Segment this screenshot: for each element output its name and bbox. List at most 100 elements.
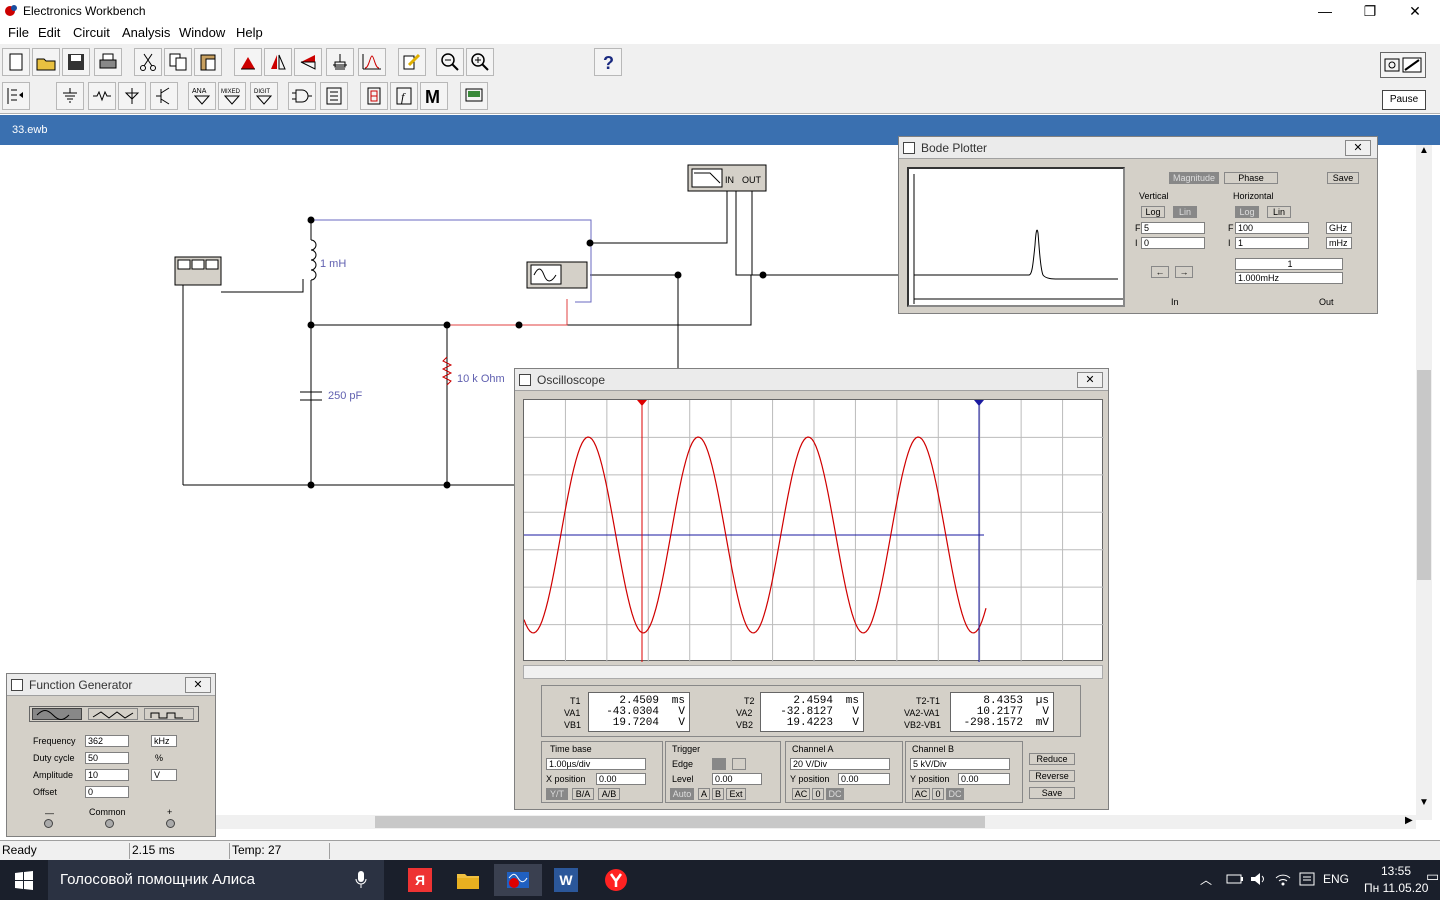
fg-frequency-input[interactable]: 362 xyxy=(85,735,129,747)
bode-horizontal-final-unit[interactable]: GHz xyxy=(1326,222,1352,234)
open-file-button[interactable] xyxy=(32,48,60,76)
mode-yt-button[interactable]: Y/T xyxy=(546,788,568,800)
microphone-icon[interactable] xyxy=(354,870,368,893)
channel-a-zero-button[interactable]: 0 xyxy=(812,788,824,800)
vertical-scrollbar[interactable]: ▲ ▼ xyxy=(1416,145,1432,820)
scroll-right-icon[interactable]: ▶ xyxy=(1405,815,1413,826)
bode-cursor-right-button[interactable]: → xyxy=(1175,266,1193,278)
channel-a-ac-button[interactable]: AC xyxy=(792,788,810,800)
edge-rising-button[interactable] xyxy=(712,758,726,770)
indicators-bin-icon[interactable] xyxy=(360,82,388,110)
instruments-bin-icon[interactable] xyxy=(460,82,488,110)
help-icon[interactable]: ? xyxy=(594,48,622,76)
sine-wave-button[interactable] xyxy=(32,708,82,720)
channel-a-dc-button[interactable]: DC xyxy=(826,788,844,800)
channel-b-scale-input[interactable]: 5 kV/Div xyxy=(910,758,1010,770)
analog-ics-bin-icon[interactable]: ANA xyxy=(188,82,216,110)
channel-a-scale-input[interactable]: 20 V/Div xyxy=(790,758,890,770)
mode-ab-button[interactable]: A/B xyxy=(598,788,620,800)
bode-horizontal-final-input[interactable]: 100 xyxy=(1235,222,1309,234)
trigger-b-button[interactable]: B xyxy=(712,788,724,800)
trigger-a-button[interactable]: A xyxy=(698,788,710,800)
maximize-button[interactable]: ❐ xyxy=(1347,0,1393,22)
basic-components-bin-icon[interactable] xyxy=(88,82,116,110)
trigger-auto-button[interactable]: Auto xyxy=(670,788,694,800)
osc-save-button[interactable]: Save xyxy=(1029,787,1075,799)
channel-b-ac-button[interactable]: AC xyxy=(912,788,930,800)
language-indicator[interactable]: ENG xyxy=(1323,872,1349,886)
trigger-ext-button[interactable]: Ext xyxy=(726,788,746,800)
fg-minus-terminal[interactable] xyxy=(44,819,53,828)
new-file-button[interactable] xyxy=(2,48,30,76)
pause-button[interactable]: Pause xyxy=(1382,90,1426,110)
bode-horizontal-log-button[interactable]: Log xyxy=(1235,206,1259,218)
digital-ics-bin-icon[interactable]: DIGIT xyxy=(250,82,278,110)
xpos-input[interactable]: 0.00 xyxy=(596,773,646,785)
menu-help[interactable]: Help xyxy=(236,25,263,40)
menu-window[interactable]: Window xyxy=(179,25,225,40)
rotate-icon[interactable] xyxy=(234,48,262,76)
vertical-scroll-thumb[interactable] xyxy=(1417,370,1431,580)
scroll-down-icon[interactable]: ▼ xyxy=(1419,797,1429,808)
fg-common-terminal[interactable] xyxy=(105,819,114,828)
bode-cursor-left-button[interactable]: ← xyxy=(1151,266,1169,278)
bode-horizontal-initial-input[interactable]: 1 xyxy=(1235,237,1309,249)
copy-button[interactable] xyxy=(164,48,192,76)
bode-vertical-initial-input[interactable]: 0 xyxy=(1141,237,1205,249)
menu-analysis[interactable]: Analysis xyxy=(122,25,170,40)
cut-button[interactable] xyxy=(134,48,162,76)
start-button[interactable] xyxy=(0,864,48,896)
save-file-button[interactable] xyxy=(62,48,90,76)
logic-gates-bin-icon[interactable] xyxy=(288,82,316,110)
clock-date[interactable]: Пн 11.05.20 xyxy=(1364,881,1428,895)
scroll-up-icon[interactable]: ▲ xyxy=(1419,145,1429,156)
bode-close-button[interactable]: ✕ xyxy=(1345,140,1371,156)
fg-duty-input[interactable]: 50 xyxy=(85,752,129,764)
channel-a-ypos-input[interactable]: 0.00 xyxy=(838,773,890,785)
clock-time[interactable]: 13:55 xyxy=(1381,864,1411,878)
file-explorer-icon[interactable] xyxy=(444,864,492,896)
yandex-browser-icon[interactable]: Я xyxy=(396,864,444,896)
menu-circuit[interactable]: Circuit xyxy=(73,25,110,40)
minimize-button[interactable]: — xyxy=(1302,0,1348,22)
channel-b-dc-button[interactable]: DC xyxy=(946,788,964,800)
transistors-bin-icon[interactable] xyxy=(150,82,178,110)
search-box[interactable]: Голосовой помощник Алиса xyxy=(48,860,384,900)
fg-offset-input[interactable]: 0 xyxy=(85,786,129,798)
create-subcircuit-icon[interactable] xyxy=(358,48,386,76)
misc-bin-icon[interactable]: M xyxy=(420,82,448,110)
osc-scrollbar[interactable] xyxy=(523,665,1103,679)
menu-file[interactable]: File xyxy=(8,25,29,40)
parts-bin-toggle-icon[interactable] xyxy=(2,82,30,110)
channel-b-ypos-input[interactable]: 0.00 xyxy=(958,773,1010,785)
flip-vertical-icon[interactable] xyxy=(294,48,322,76)
square-wave-button[interactable] xyxy=(144,708,194,720)
notification-icon[interactable]: ▭ xyxy=(1426,868,1439,885)
zoom-out-icon[interactable] xyxy=(436,48,464,76)
fg-frequency-unit[interactable]: kHz xyxy=(151,735,177,747)
channel-b-zero-button[interactable]: 0 xyxy=(932,788,944,800)
bode-magnitude-button[interactable]: Magnitude xyxy=(1169,172,1219,184)
bode-horizontal-initial-unit[interactable]: mHz xyxy=(1326,237,1352,249)
controls-bin-icon[interactable]: f xyxy=(390,82,418,110)
mode-ba-button[interactable]: B/A xyxy=(572,788,594,800)
battery-icon[interactable] xyxy=(1226,872,1244,889)
fg-amplitude-input[interactable]: 10 xyxy=(85,769,129,781)
volume-icon[interactable] xyxy=(1250,872,1268,889)
word-icon[interactable]: W xyxy=(542,864,590,896)
component-properties-icon[interactable] xyxy=(326,48,354,76)
flip-horizontal-icon[interactable] xyxy=(264,48,292,76)
diodes-bin-icon[interactable] xyxy=(118,82,146,110)
osc-reverse-button[interactable]: Reverse xyxy=(1029,770,1075,782)
print-button[interactable] xyxy=(94,48,122,76)
yandex-icon[interactable] xyxy=(592,864,640,896)
osc-close-button[interactable]: ✕ xyxy=(1077,372,1103,388)
tray-chevron-icon[interactable]: ︿ xyxy=(1200,871,1212,888)
fg-plus-terminal[interactable] xyxy=(166,819,175,828)
wifi-icon[interactable] xyxy=(1274,872,1292,889)
edge-falling-button[interactable] xyxy=(732,758,746,770)
menu-edit[interactable]: Edit xyxy=(38,25,60,40)
horizontal-scroll-thumb[interactable] xyxy=(375,816,985,828)
bode-phase-button[interactable]: Phase xyxy=(1224,172,1278,184)
timebase-input[interactable]: 1.00µs/div xyxy=(546,758,646,770)
